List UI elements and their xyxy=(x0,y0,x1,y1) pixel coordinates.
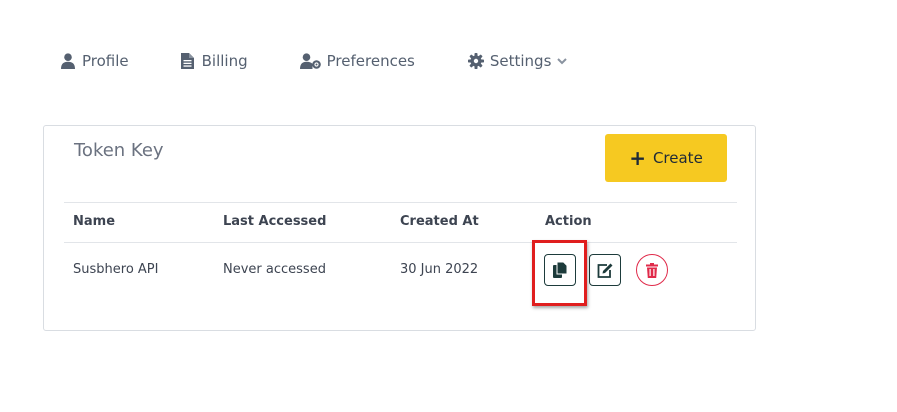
card-title: Token Key xyxy=(74,140,164,161)
chevron-down-icon xyxy=(557,57,568,65)
plus-icon: + xyxy=(629,146,646,170)
nav-billing[interactable]: Billing xyxy=(179,52,248,70)
nav-preferences[interactable]: Preferences xyxy=(300,52,415,70)
edit-icon xyxy=(597,263,613,278)
trash-icon xyxy=(646,262,658,278)
table-header-divider xyxy=(64,242,737,243)
token-key-card: Token Key + Create Name Last Accessed Cr… xyxy=(43,125,756,331)
header-name: Name xyxy=(73,214,116,229)
header-action: Action xyxy=(545,214,592,229)
nav-settings-label: Settings xyxy=(489,52,552,70)
cell-name: Susbhero API xyxy=(73,262,159,277)
nav-billing-label: Billing xyxy=(201,52,248,70)
header-last-accessed: Last Accessed xyxy=(223,214,327,229)
table-top-divider xyxy=(64,202,737,203)
user-cog-icon xyxy=(300,52,322,70)
create-button-label: Create xyxy=(652,149,703,167)
cell-created-at: 30 Jun 2022 xyxy=(400,262,479,277)
cell-last-accessed: Never accessed xyxy=(223,262,326,277)
nav-preferences-label: Preferences xyxy=(326,52,415,70)
gear-icon xyxy=(467,52,485,70)
nav-profile[interactable]: Profile xyxy=(59,52,129,70)
header-created-at: Created At xyxy=(400,214,479,229)
delete-button[interactable] xyxy=(636,254,668,286)
nav-profile-label: Profile xyxy=(82,52,129,70)
copy-button[interactable] xyxy=(544,254,576,286)
nav-settings[interactable]: Settings xyxy=(467,52,568,70)
create-button[interactable]: + Create xyxy=(605,134,727,182)
document-icon xyxy=(179,52,197,70)
user-icon xyxy=(59,52,77,70)
copy-icon xyxy=(553,262,567,278)
top-nav: Profile Billing Preferences Settings xyxy=(59,50,568,72)
edit-button[interactable] xyxy=(589,254,621,286)
